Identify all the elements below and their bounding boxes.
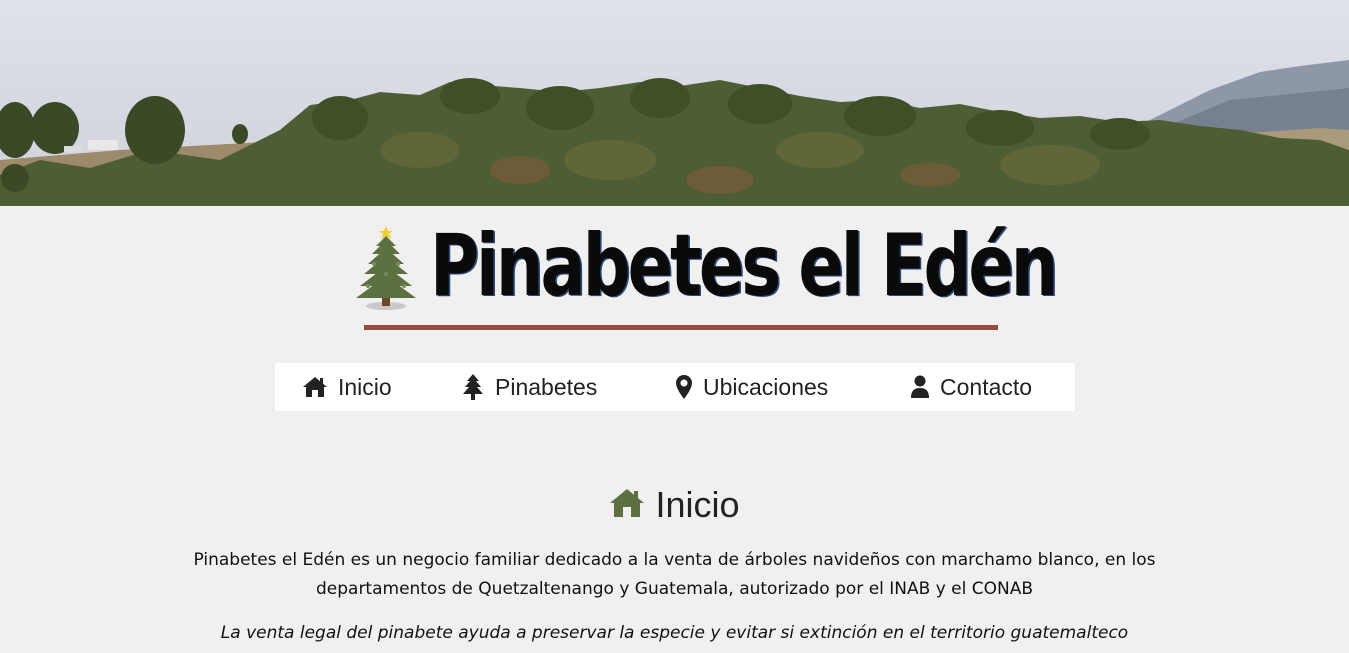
page-title: Inicio — [655, 484, 740, 525]
tree-icon — [461, 373, 485, 401]
christmas-tree-icon — [352, 224, 422, 317]
intro-paragraph: Pinabetes el Edén es un negocio familiar… — [193, 550, 1156, 599]
site-title: Pinabetes el Edén — [430, 216, 1059, 316]
nav-item-contacto[interactable]: Contacto — [910, 363, 1032, 411]
site-header: Pinabetes el Edén — [0, 216, 1349, 317]
tagline-paragraph: La venta legal del pinabete ayuda a pres… — [220, 623, 1129, 643]
nav-item-pinabetes[interactable]: Pinabetes — [461, 363, 597, 411]
nav-label-contacto: Contacto — [940, 373, 1033, 400]
title-underline — [364, 325, 998, 330]
nav-label-ubicaciones: Ubicaciones — [703, 373, 829, 400]
home-icon — [302, 376, 328, 398]
section-heading: Inicio — [0, 484, 1349, 526]
hero-banner-image — [0, 0, 1349, 206]
main-nav: Inicio Pinabetes Ubicaciones Contacto — [275, 363, 1075, 411]
home-icon — [609, 488, 645, 523]
nav-label-pinabetes: Pinabetes — [495, 373, 598, 400]
map-marker-icon — [675, 374, 693, 400]
nav-item-inicio[interactable]: Inicio — [302, 363, 392, 411]
nav-item-ubicaciones[interactable]: Ubicaciones — [675, 363, 828, 411]
user-icon — [910, 375, 930, 399]
nav-label-inicio: Inicio — [338, 373, 392, 400]
